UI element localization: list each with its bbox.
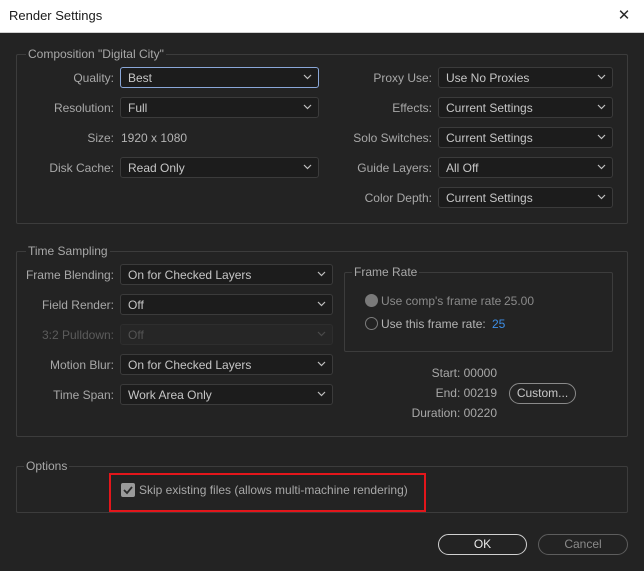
disk-cache-select[interactable]: Read Only [120,157,319,178]
use-comp-frame-rate-radio[interactable] [365,294,378,307]
resolution-select[interactable]: Full [120,97,319,118]
comp-frame-rate-value: 25.00 [504,294,535,308]
guide-layers-value: All Off [446,161,479,175]
frame-rate-group-label: Frame Rate [352,265,420,279]
solo-switches-select[interactable]: Current Settings [438,127,613,148]
guide-layers-label: Guide Layers: [357,161,432,175]
disk-cache-label: Disk Cache: [49,161,114,175]
motion-blur-label: Motion Blur: [49,358,114,372]
solo-switches-label: Solo Switches: [353,131,432,145]
effects-value: Current Settings [446,101,533,115]
use-this-frame-rate-radio[interactable] [365,317,378,330]
pulldown-select: Off [120,324,333,345]
proxy-use-value: Use No Proxies [446,71,530,85]
color-depth-value: Current Settings [446,191,533,205]
chevron-down-icon [303,104,312,110]
chevron-down-icon [317,331,326,337]
chevron-down-icon [317,391,326,397]
frame-blending-label: Frame Blending: [25,268,114,282]
guide-layers-select[interactable]: All Off [438,157,613,178]
solo-switches-value: Current Settings [446,131,533,145]
skip-existing-checkbox[interactable] [121,483,135,497]
proxy-use-select[interactable]: Use No Proxies [438,67,613,88]
field-render-select[interactable]: Off [120,294,333,315]
frame-rate-group [344,272,613,352]
chevron-down-icon [317,301,326,307]
chevron-down-icon [317,271,326,277]
size-label: Size: [87,131,114,145]
resolution-value: Full [128,101,148,115]
time-span-label: Time Span: [53,388,114,402]
duration-text: Duration: 00220 [411,406,497,420]
disk-cache-value: Read Only [128,161,185,175]
chevron-down-icon [597,74,606,80]
quality-select[interactable]: Best [120,67,319,88]
window-title: Render Settings [9,8,103,23]
proxy-use-label: Proxy Use: [373,71,432,85]
time-span-select[interactable]: Work Area Only [120,384,333,405]
chevron-down-icon [597,134,606,140]
effects-select[interactable]: Current Settings [438,97,613,118]
chevron-down-icon [597,194,606,200]
chevron-down-icon [317,361,326,367]
time-span-value: Work Area Only [128,388,212,402]
checkmark-icon [123,486,133,495]
cancel-button[interactable]: Cancel [538,534,628,555]
frame-blending-select[interactable]: On for Checked Layers [120,264,333,285]
use-comp-frame-rate-label: Use comp's frame rate [381,294,502,308]
composition-group-label: Composition "Digital City" [26,47,166,61]
skip-existing-label: Skip existing files (allows multi-machin… [139,483,408,497]
options-group-label: Options [24,459,70,473]
chevron-down-icon [303,74,312,80]
resolution-label: Resolution: [53,101,114,115]
quality-label: Quality: [73,71,114,85]
color-depth-label: Color Depth: [364,191,432,205]
effects-label: Effects: [392,101,432,115]
start-text: Start: 00000 [431,366,497,380]
chevron-down-icon [597,164,606,170]
use-this-frame-rate-label: Use this frame rate: [381,317,486,331]
pulldown-label: 3:2 Pulldown: [41,328,114,342]
close-icon[interactable]: ✕ [604,0,644,33]
ok-button[interactable]: OK [438,534,527,555]
chevron-down-icon [597,104,606,110]
field-render-value: Off [128,298,144,312]
quality-value: Best [128,71,153,85]
color-depth-select[interactable]: Current Settings [438,187,613,208]
frame-rate-input[interactable]: 25 [492,317,505,331]
motion-blur-select[interactable]: On for Checked Layers [120,354,333,375]
chevron-down-icon [303,164,312,170]
time-sampling-group-label: Time Sampling [26,244,110,258]
field-render-label: Field Render: [41,298,114,312]
motion-blur-value: On for Checked Layers [128,358,252,372]
pulldown-value: Off [128,328,144,342]
frame-blending-value: On for Checked Layers [128,268,252,282]
custom-button[interactable]: Custom... [509,383,576,404]
title-bar: Render Settings ✕ [0,0,644,33]
end-text: End: 00219 [435,386,497,400]
size-value: 1920 x 1080 [121,131,188,145]
